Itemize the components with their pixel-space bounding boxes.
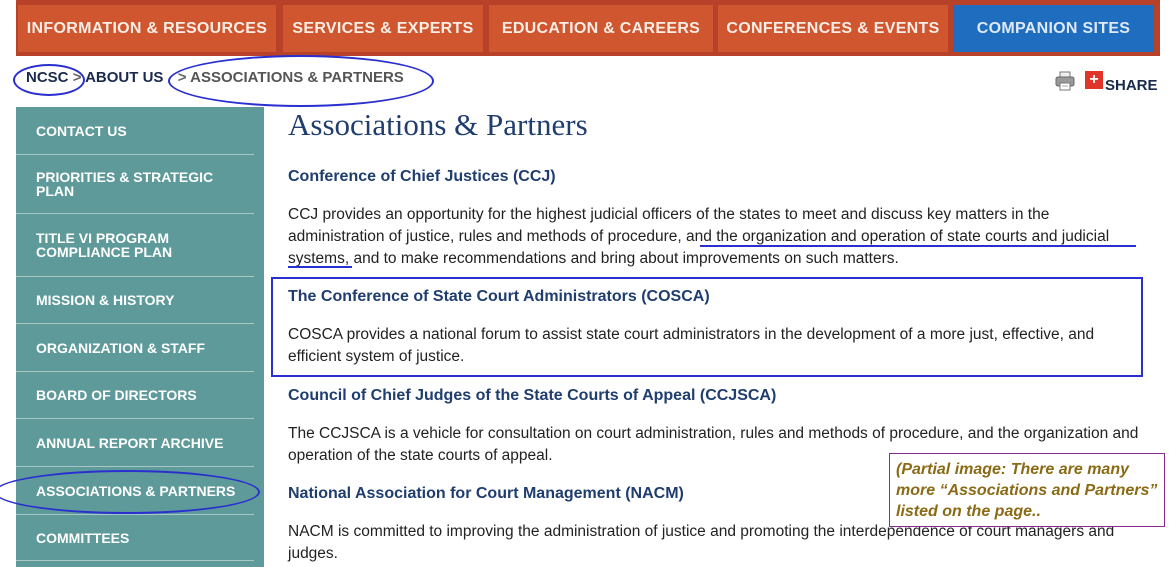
section-description-ccj: CCJ provides an opportunity for the high… [288,206,1110,267]
sidebar-item-label: TITLE VI PROGRAM COMPLIANCE PLAN [36,230,173,260]
sidebar-item-label: ASSOCIATIONS & PARTNERS [36,482,236,499]
sidebar: CONTACT US PRIORITIES & STRATEGIC PLAN T… [16,107,264,567]
sidebar-item-organization-staff[interactable]: ORGANIZATION & STAFF [16,324,254,372]
sidebar-item-priorities-strategic-plan[interactable]: PRIORITIES & STRATEGIC PLAN [16,155,254,214]
nav-tab-information-resources[interactable]: INFORMATION & RESOURCES [18,5,276,52]
section-heading-ccj[interactable]: Conference of Chief Justices (CCJ) [288,168,556,186]
sidebar-item-label: ORGANIZATION & STAFF [36,339,206,356]
nav-tab-companion-sites[interactable]: COMPANION SITES [953,5,1154,52]
breadcrumb-separator: > [72,69,82,86]
breadcrumb: NCSC > ABOUT US > ASSOCIATIONS & PARTNER… [26,69,404,87]
sidebar-item-mission-history[interactable]: MISSION & HISTORY [16,277,254,324]
breadcrumb-current: ASSOCIATIONS & PARTNERS [190,69,404,86]
sidebar-item-board-of-directors[interactable]: BOARD OF DIRECTORS [16,372,254,419]
sidebar-item-label: COMMITTEES [36,529,130,546]
nav-tab-services-experts[interactable]: SERVICES & EXPERTS [283,5,483,52]
section-heading-cosca[interactable]: The Conference of State Court Administra… [288,288,710,306]
section-heading-nacm[interactable]: National Association for Court Managemen… [288,485,684,503]
sidebar-item-label: CONTACT US [36,122,127,139]
breadcrumb-separator: > [177,69,187,86]
sidebar-item-label: BOARD OF DIRECTORS [36,387,197,403]
sidebar-item-label: MISSION & HISTORY [36,292,175,308]
annotation-note: (Partial image: There are many more “Ass… [889,453,1165,527]
sidebar-item-label: PRIORITIES & STRATEGIC PLAN [36,169,214,199]
section-description-cosca: COSCA provides a national forum to assis… [288,326,1095,365]
top-navigation: INFORMATION & RESOURCES SERVICES & EXPER… [16,0,1160,56]
breadcrumb-home-link[interactable]: NCSC [26,69,69,86]
sidebar-item-associations-partners[interactable]: ASSOCIATIONS & PARTNERS [16,467,254,515]
sidebar-item-annual-report-archive[interactable]: ANNUAL REPORT ARCHIVE [16,419,254,467]
share-button[interactable]: SHARE [1105,77,1158,94]
share-tools: + SHARE [1055,71,1160,95]
nav-tab-conferences-events[interactable]: CONFERENCES & EVENTS [718,5,948,52]
section-description-nacm: NACM is committed to improving the admin… [288,523,1115,562]
share-plus-icon[interactable]: + [1085,71,1103,89]
section-heading-ccjsca[interactable]: Council of Chief Judges of the State Cou… [288,387,776,405]
printer-icon[interactable] [1055,71,1075,91]
page-title: Associations & Partners [288,107,588,142]
nav-tab-education-careers[interactable]: EDUCATION & CAREERS [489,5,713,52]
sidebar-item-contact-us[interactable]: CONTACT US [16,107,254,155]
sidebar-item-title-vi-program[interactable]: TITLE VI PROGRAM COMPLIANCE PLAN [16,214,254,277]
sidebar-item-committees[interactable]: COMMITTEES [16,515,254,561]
sidebar-item-label: ANNUAL REPORT ARCHIVE [36,434,224,451]
breadcrumb-about-us-link[interactable]: ABOUT US [85,69,163,86]
